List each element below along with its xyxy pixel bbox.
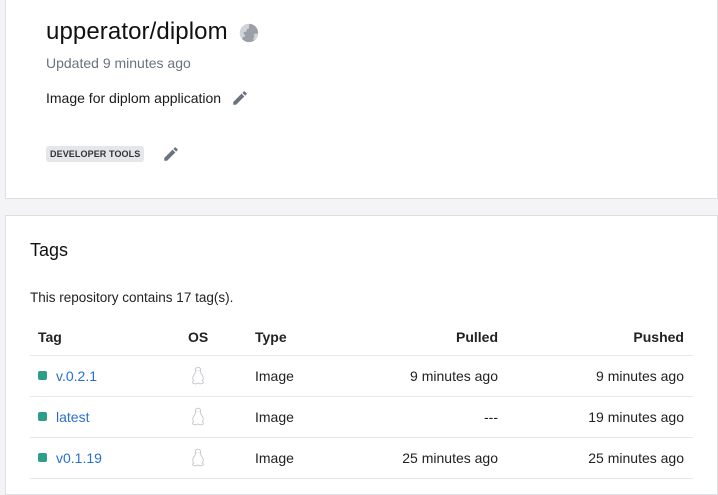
edit-category-icon[interactable]: [162, 145, 180, 163]
repo-title-row: upperator/diplom: [46, 18, 260, 46]
updated-time: Updated 9 minutes ago: [46, 55, 191, 71]
tags-heading: Tags: [30, 240, 69, 260]
column-header-pulled[interactable]: Pulled: [367, 319, 498, 356]
tag-pulled: ---: [367, 396, 498, 438]
tag-link[interactable]: v0.1.19: [56, 450, 102, 466]
repository-header-card: upperator/diplom Updated 9 minutes ago I…: [5, 0, 718, 199]
globe-icon: [239, 23, 258, 43]
tag-pushed: 25 minutes ago: [498, 437, 693, 479]
tag-status-dot: [38, 453, 47, 462]
table-row: latest Image --- 19 minutes ago: [30, 396, 693, 438]
tag-link[interactable]: v.0.2.1: [56, 368, 97, 384]
tag-status-dot: [38, 412, 47, 421]
tag-pulled: 25 minutes ago: [367, 437, 498, 479]
table-header-row: Tag OS Type Pulled Pushed: [30, 319, 693, 356]
description-row: Image for diplom application: [46, 89, 249, 107]
tag-status-dot: [38, 371, 47, 380]
tag-link[interactable]: latest: [56, 409, 89, 425]
tag-pushed: 9 minutes ago: [498, 355, 693, 397]
linux-icon: [192, 407, 204, 425]
column-header-pushed[interactable]: Pushed: [498, 319, 693, 356]
tags-card: Tags This repository contains 17 tag(s).…: [5, 215, 718, 495]
linux-icon: [192, 366, 204, 384]
tags-count-text: This repository contains 17 tag(s).: [30, 290, 234, 305]
tag-type: Image: [247, 437, 367, 479]
tags-table: Tag OS Type Pulled Pushed v.0.2.1 Image …: [30, 319, 693, 479]
table-row: v0.1.19 Image 25 minutes ago 25 minutes …: [30, 437, 693, 479]
tag-type: Image: [247, 396, 367, 438]
category-row: DEVELOPER TOOLS: [46, 145, 180, 163]
column-header-type: Type: [247, 319, 367, 356]
table-row: v.0.2.1 Image 9 minutes ago 9 minutes ag…: [30, 355, 693, 397]
tag-pulled: 9 minutes ago: [367, 355, 498, 397]
edit-description-icon[interactable]: [231, 89, 249, 107]
tag-type: Image: [247, 355, 367, 397]
tag-pushed: 19 minutes ago: [498, 396, 693, 438]
column-header-os: OS: [180, 319, 247, 356]
column-header-tag[interactable]: Tag: [30, 319, 180, 356]
repo-title: upperator/diplom: [46, 18, 228, 45]
repo-description: Image for diplom application: [46, 90, 222, 106]
category-badge: DEVELOPER TOOLS: [46, 146, 145, 162]
linux-icon: [192, 448, 204, 466]
